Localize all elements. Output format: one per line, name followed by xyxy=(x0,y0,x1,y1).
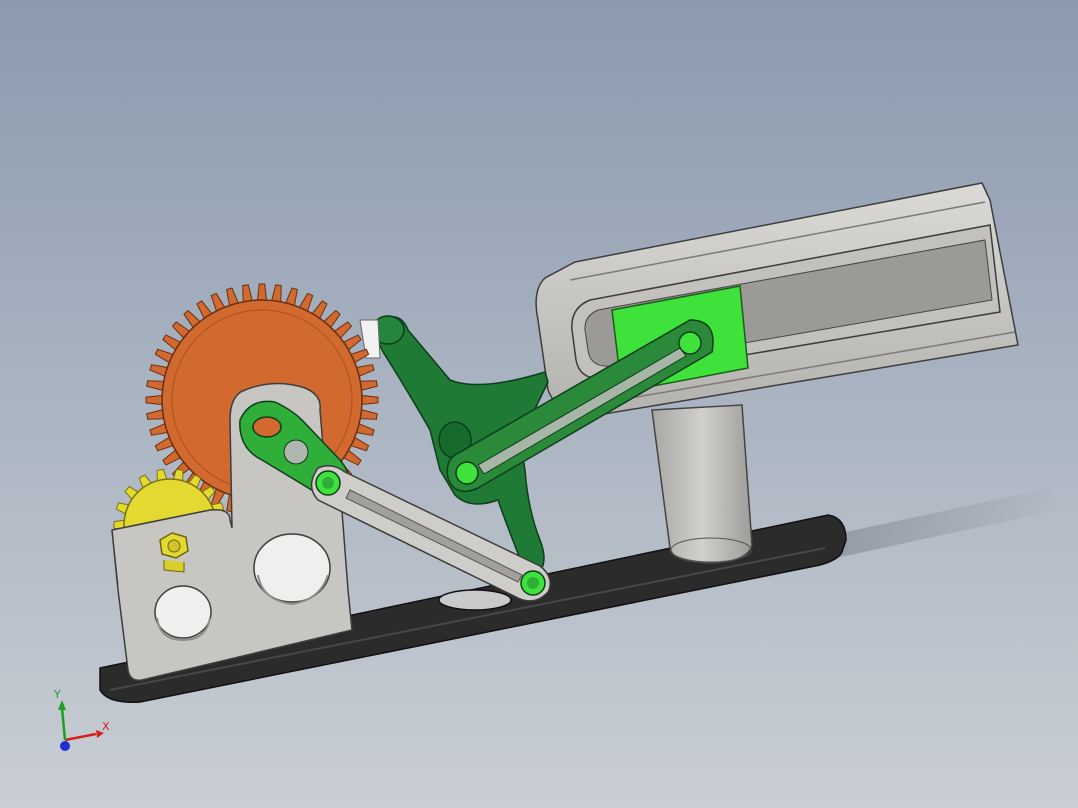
z-axis-dot xyxy=(60,741,70,751)
mechanism-model[interactable] xyxy=(0,0,1078,808)
slotted-link-pin-bottom xyxy=(455,461,479,485)
base-hole xyxy=(438,589,512,611)
y-axis-arrow xyxy=(60,707,67,741)
hex-bolt[interactable] xyxy=(159,532,189,573)
x-axis-label: X xyxy=(102,720,110,733)
y-axis-label: Y xyxy=(53,688,61,701)
x-axis-arrow xyxy=(64,732,97,742)
housing-hole-small xyxy=(154,585,212,639)
gear-housing[interactable] xyxy=(111,382,353,682)
graphics-viewport[interactable]: X Y xyxy=(0,0,1078,808)
support-column[interactable] xyxy=(651,404,753,564)
slotted-link-pin-top xyxy=(678,331,702,355)
coordinate-triad: X Y xyxy=(53,688,110,751)
crank-slot xyxy=(252,416,282,438)
